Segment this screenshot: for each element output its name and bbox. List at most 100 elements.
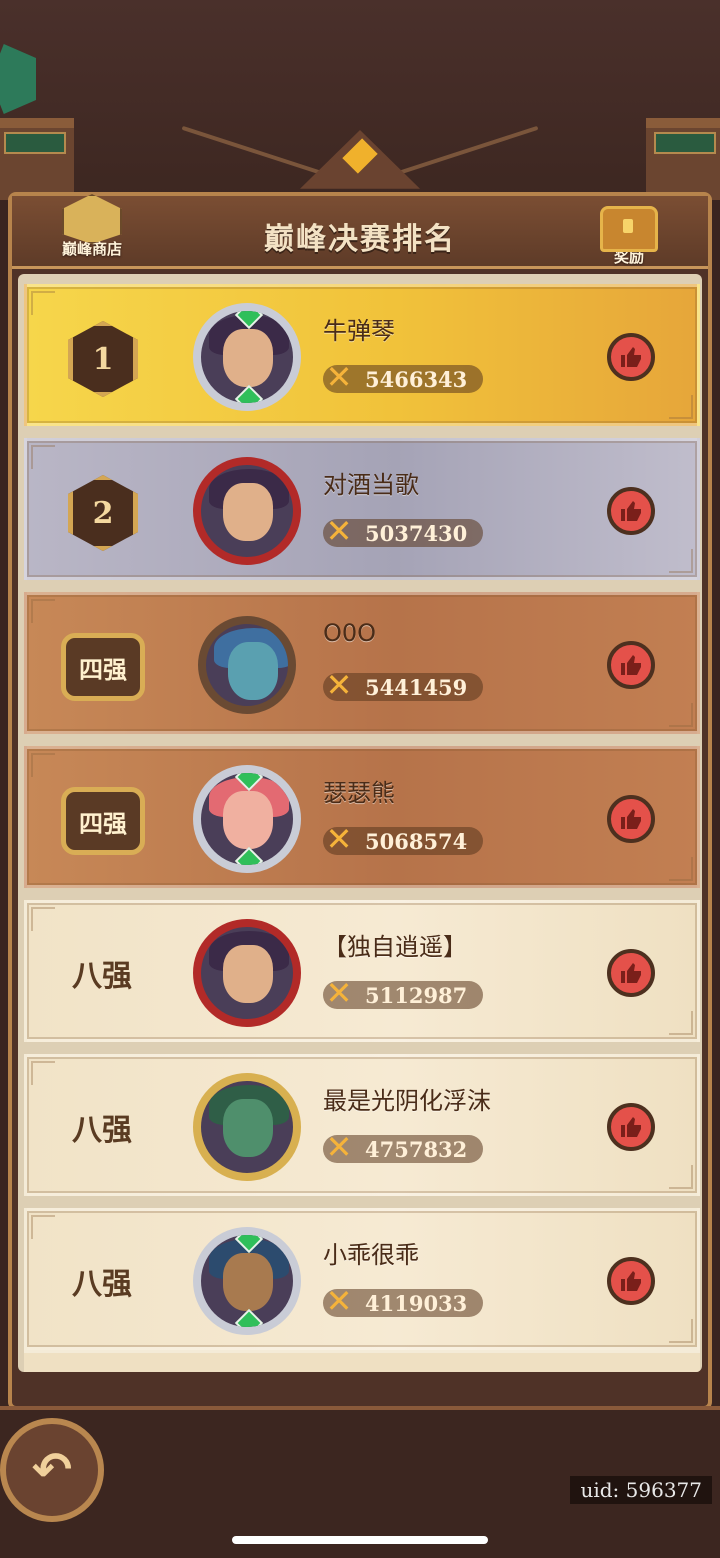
thumbs-up-icon: [621, 809, 641, 829]
score-value: 5112987: [365, 983, 468, 1008]
corner-ornament: [31, 1215, 55, 1239]
ranking-row: 八强 最是光阴化浮沫 ✕ 4757832: [24, 1054, 700, 1196]
ranking-row: 八强 小乖很乖 ✕ 4119033: [24, 1208, 700, 1350]
player-name: 牛弹琴: [323, 317, 395, 345]
rank-medal-icon: 2: [68, 475, 138, 551]
player-name: 瑟瑟熊: [323, 779, 395, 807]
player-avatar[interactable]: [187, 759, 307, 879]
crossed-swords-icon: ✕: [325, 358, 353, 396]
player-name: O0O: [323, 619, 377, 647]
crossed-swords-icon: ✕: [325, 666, 353, 704]
ranking-row: 1 牛弹琴 ✕ 5466343: [24, 284, 700, 426]
back-button[interactable]: ↶: [0, 1418, 104, 1522]
corner-ornament: [669, 857, 693, 881]
uid-label: uid: 596377: [570, 1476, 712, 1504]
like-button[interactable]: [607, 641, 655, 689]
left-pillar-decoration: [0, 118, 74, 200]
score-value: 5441459: [365, 675, 468, 700]
corner-ornament: [31, 753, 55, 777]
rank-label: 八强: [72, 1267, 132, 1302]
corner-ornament: [31, 291, 55, 315]
corner-ornament: [31, 907, 55, 931]
player-avatar[interactable]: [187, 451, 307, 571]
crossed-swords-icon: ✕: [325, 1282, 353, 1320]
like-button[interactable]: [607, 1103, 655, 1151]
hero-face: [223, 945, 273, 1003]
player-avatar[interactable]: [187, 1221, 307, 1341]
corner-ornament: [31, 1061, 55, 1085]
player-avatar[interactable]: [187, 297, 307, 417]
score-value: 4757832: [365, 1137, 468, 1162]
crossed-swords-icon: ✕: [325, 820, 353, 858]
rank-badge: 四强: [61, 779, 145, 863]
power-score: ✕ 5112987: [323, 975, 483, 1011]
reward-button[interactable]: 奖励: [594, 206, 664, 266]
corner-ornament: [31, 445, 55, 469]
score-value: 5466343: [365, 367, 468, 392]
player-avatar[interactable]: [187, 1067, 307, 1187]
frame-gem-icon: [234, 384, 264, 403]
hero-face: [223, 791, 273, 849]
ranking-row: 2 对酒当歌 ✕ 5037430: [24, 438, 700, 580]
score-value: 4119033: [365, 1291, 468, 1316]
avatar-frame: [193, 457, 301, 565]
corner-ornament: [669, 1011, 693, 1035]
corner-ornament: [31, 599, 55, 623]
avatar-frame: [198, 616, 296, 714]
hero-face: [228, 642, 278, 700]
like-button[interactable]: [607, 333, 655, 381]
hero-face: [223, 483, 273, 541]
frame-gem-icon: [234, 846, 264, 865]
power-score: ✕ 5466343: [323, 359, 483, 395]
back-arrow-icon: ↶: [31, 1442, 73, 1498]
avatar-frame: [193, 1227, 301, 1335]
rank-badge: 四强: [61, 625, 145, 709]
right-pillar-decoration: [646, 118, 720, 200]
rank-medal-icon: 1: [68, 321, 138, 397]
avatar-frame: [193, 765, 301, 873]
score-value: 5037430: [365, 521, 468, 546]
corner-ornament: [669, 1165, 693, 1189]
home-indicator[interactable]: [232, 1536, 488, 1544]
avatar-frame: [193, 1073, 301, 1181]
hero-face: [223, 1253, 273, 1311]
panel-header: 巅峰商店 巅峰决赛排名 奖励: [12, 194, 708, 269]
like-button[interactable]: [607, 795, 655, 843]
corner-ornament: [669, 395, 693, 419]
top4-badge-icon: 四强: [61, 633, 145, 701]
thumbs-up-icon: [621, 963, 641, 983]
thumbs-up-icon: [621, 655, 641, 675]
ranking-row: 四强 O0O ✕ 5441459: [24, 592, 700, 734]
corner-ornament: [669, 549, 693, 573]
thumbs-up-icon: [621, 501, 641, 521]
ranking-panel: 巅峰商店 巅峰决赛排名 奖励 1 牛弹琴 ✕ 5466343 2 对酒当歌 ✕ …: [8, 192, 712, 1410]
power-score: ✕ 4757832: [323, 1129, 483, 1165]
player-name: 【独自逍遥】: [323, 933, 467, 961]
player-avatar[interactable]: [187, 913, 307, 1033]
rank-label: 八强: [72, 959, 132, 994]
ranking-row-partial: [24, 1350, 700, 1372]
crossed-swords-icon: ✕: [325, 512, 353, 550]
like-button[interactable]: [607, 487, 655, 535]
player-name: 对酒当歌: [323, 471, 419, 499]
score-value: 5068574: [365, 829, 468, 854]
player-avatar[interactable]: [187, 605, 307, 725]
like-button[interactable]: [607, 949, 655, 997]
power-score: ✕ 4119033: [323, 1283, 483, 1319]
hero-face: [223, 1099, 273, 1157]
power-score: ✕ 5068574: [323, 821, 483, 857]
like-button[interactable]: [607, 1257, 655, 1305]
rank-badge: 1: [61, 317, 145, 401]
power-score: ✕ 5441459: [323, 667, 483, 703]
player-name: 小乖很乖: [323, 1241, 419, 1269]
thumbs-up-icon: [621, 1271, 641, 1291]
ranking-list[interactable]: 1 牛弹琴 ✕ 5466343 2 对酒当歌 ✕ 5037430 四强 O0O …: [18, 274, 702, 1372]
corner-ornament: [669, 703, 693, 727]
avatar-frame: [193, 919, 301, 1027]
ranking-row: 八强 【独自逍遥】 ✕ 5112987: [24, 900, 700, 1042]
crossed-swords-icon: ✕: [325, 974, 353, 1012]
power-score: ✕ 5037430: [323, 513, 483, 549]
player-name: 最是光阴化浮沫: [323, 1087, 491, 1115]
treasure-chest-icon: [600, 206, 658, 252]
rank-label: 八强: [72, 1113, 132, 1148]
